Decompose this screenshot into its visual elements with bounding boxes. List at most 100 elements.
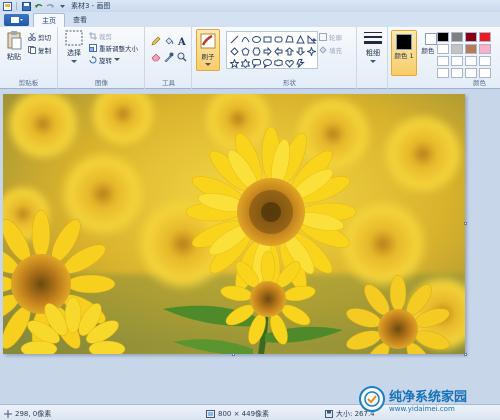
resize-handle-corner[interactable] [464, 353, 467, 356]
four-point-star-shape-icon[interactable] [306, 46, 316, 56]
five-point-star-shape-icon[interactable] [229, 58, 239, 68]
curve-shape-icon[interactable] [240, 34, 250, 44]
down-arrow-shape-icon[interactable] [295, 46, 305, 56]
scroll-up-icon[interactable] [310, 35, 318, 45]
undo-icon[interactable] [33, 2, 43, 11]
resize-button[interactable]: 重新调整大小 [89, 43, 138, 53]
palette-swatch[interactable] [451, 44, 463, 54]
image-dimensions-text: 800 × 449像素 [218, 410, 270, 418]
size-button[interactable]: 粗细 [362, 30, 384, 74]
rotate-label: 旋转 [99, 57, 112, 65]
customize-toolbar-icon[interactable] [57, 2, 67, 11]
palette-swatch[interactable] [479, 44, 491, 54]
lightning-shape-icon[interactable] [295, 58, 305, 68]
select-button[interactable]: 选择 [63, 30, 85, 74]
image-group: 选择 裁剪 重新调整大小 旋转 图像 [59, 27, 145, 89]
clipboard-group-label: 剪贴板 [18, 79, 39, 87]
resize-handle-bottom[interactable] [232, 353, 235, 356]
redo-icon[interactable] [45, 2, 55, 11]
color1-button[interactable]: 颜色 1 [391, 30, 417, 76]
shapes-group-label: 形状 [283, 79, 296, 87]
title-bar: 素材3 - 画图 [0, 0, 500, 12]
shapes-gallery [226, 31, 318, 69]
resize-handle-right[interactable] [464, 222, 467, 225]
paste-icon [7, 31, 22, 50]
scissors-icon [28, 33, 36, 41]
tab-home[interactable]: 主页 [33, 13, 65, 27]
palette-swatch[interactable] [437, 56, 449, 66]
palette-swatch[interactable] [451, 32, 463, 42]
brush-label: 刷子 [201, 53, 215, 61]
fill-button[interactable]: 填充 [319, 45, 342, 55]
text-tool-icon[interactable]: A [176, 35, 187, 46]
app-menu-button[interactable] [4, 14, 29, 26]
palette-swatch[interactable] [465, 68, 477, 78]
palette-swatch[interactable] [465, 32, 477, 42]
oval-shape-icon[interactable] [251, 34, 261, 44]
palette-swatch[interactable] [479, 56, 491, 66]
eraser-icon[interactable] [150, 51, 161, 62]
outline-button[interactable]: 轮廓 [319, 32, 342, 42]
crosshair-icon [4, 410, 12, 418]
resize-label: 重新调整大小 [99, 45, 138, 53]
cloud-callout-shape-icon[interactable] [273, 58, 283, 68]
save-icon[interactable] [21, 1, 31, 11]
rounded-rectangle-shape-icon[interactable] [273, 34, 283, 44]
watermark-url: www.yidaimei.com [389, 404, 455, 413]
palette-swatch[interactable] [437, 44, 449, 54]
right-arrow-shape-icon[interactable] [262, 46, 272, 56]
rotate-button[interactable]: 旋转 [89, 55, 120, 65]
pencil-icon[interactable] [150, 35, 161, 46]
tools-group: A 工具 [146, 27, 192, 89]
fill-bucket-icon[interactable] [163, 35, 174, 46]
cursor-position-text: 298, 0像素 [15, 410, 52, 418]
oval-callout-shape-icon[interactable] [262, 58, 272, 68]
copy-label: 复制 [38, 47, 51, 55]
canvas-area [0, 90, 500, 404]
polygon-shape-icon[interactable] [284, 34, 294, 44]
left-arrow-shape-icon[interactable] [273, 46, 283, 56]
tools-group-label: 工具 [162, 79, 175, 87]
tab-view[interactable]: 查看 [65, 13, 95, 27]
rounded-callout-shape-icon[interactable] [251, 58, 261, 68]
select-icon [65, 30, 83, 46]
brush-button[interactable]: 刷子 [196, 29, 220, 71]
diamond-shape-icon[interactable] [229, 46, 239, 56]
image-dimensions: 800 × 449像素 [206, 409, 269, 419]
pentagon-shape-icon[interactable] [240, 46, 250, 56]
palette-swatch[interactable] [465, 56, 477, 66]
ribbon-tabs: 主页 查看 [0, 12, 500, 27]
palette-swatch[interactable] [479, 68, 491, 78]
svg-text:A: A [177, 37, 186, 46]
colors-group-label: 颜色 [473, 79, 486, 87]
resize-icon [89, 44, 97, 52]
palette-swatch[interactable] [437, 32, 449, 42]
window-title: 素材3 - 画图 [71, 2, 111, 10]
magnifier-icon[interactable] [176, 51, 187, 62]
palette-swatch[interactable] [451, 68, 463, 78]
crop-button[interactable]: 裁剪 [89, 31, 112, 41]
watermark-title: 纯净系统家园 [389, 389, 468, 405]
fill-label: 填充 [329, 47, 342, 55]
paint-app-icon[interactable] [2, 1, 12, 11]
color-picker-icon[interactable] [163, 51, 174, 62]
cursor-position: 298, 0像素 [4, 409, 51, 419]
palette-swatch[interactable] [465, 44, 477, 54]
sunflower-image[interactable] [3, 94, 465, 354]
palette-swatch[interactable] [437, 68, 449, 78]
line-shape-icon[interactable] [229, 34, 239, 44]
six-point-star-shape-icon[interactable] [240, 58, 250, 68]
rectangle-shape-icon[interactable] [262, 34, 272, 44]
triangle-shape-icon[interactable] [295, 34, 305, 44]
cut-button[interactable]: 剪切 [28, 32, 51, 42]
color-palette [437, 32, 491, 78]
line-width-icon [364, 32, 382, 44]
palette-swatch[interactable] [479, 32, 491, 42]
copy-button[interactable]: 复制 [28, 45, 51, 55]
palette-swatch[interactable] [451, 56, 463, 66]
up-arrow-shape-icon[interactable] [284, 46, 294, 56]
paste-button[interactable]: 粘贴 [3, 30, 25, 74]
hexagon-shape-icon[interactable] [251, 46, 261, 56]
watermark-logo-icon [359, 386, 385, 412]
heart-shape-icon[interactable] [284, 58, 294, 68]
